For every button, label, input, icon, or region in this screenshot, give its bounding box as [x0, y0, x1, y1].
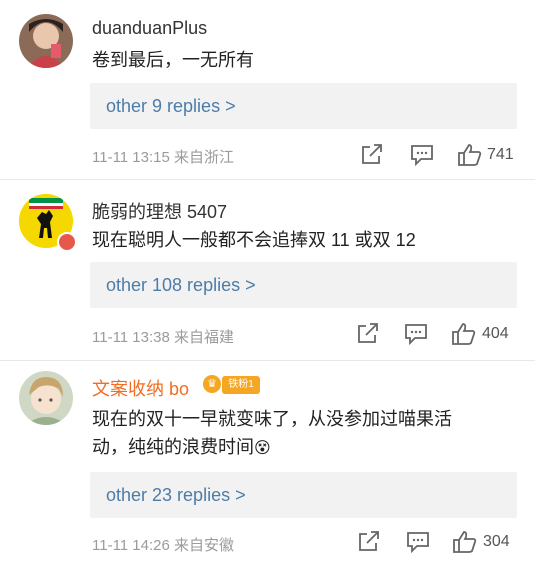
like-count: 404	[482, 325, 509, 342]
comment-text-line2: 动，纯纯的浪费时间	[92, 437, 254, 457]
comment-meta: 11-11 13:15 来自浙江	[92, 146, 234, 167]
comment-meta: 11-11 13:38 来自福建	[92, 326, 234, 347]
timestamp: 11-11 13:38	[92, 329, 170, 346]
like-icon[interactable]	[451, 322, 477, 351]
timestamp: 11-11 13:15	[92, 149, 170, 166]
fan-badge: 铁粉1	[222, 376, 260, 394]
username[interactable]: 脆弱的理想 5407	[92, 198, 227, 224]
comment-text: 现在聪明人一般都不会追捧双 11 或双 12	[92, 230, 416, 250]
crown-icon: ♛	[203, 375, 221, 393]
more-replies-label: other 9 replies >	[106, 96, 236, 116]
username[interactable]: duanduanPlus	[92, 18, 207, 39]
avatar[interactable]	[19, 14, 73, 68]
comment-item: 脆弱的理想 5407 现在聪明人一般都不会追捧双 11 或双 12 other …	[0, 180, 535, 361]
comment-icon[interactable]	[410, 144, 434, 171]
dizzy-emoji-icon: 😵	[254, 440, 271, 457]
verified-badge-icon	[57, 232, 77, 252]
like-count: 304	[483, 533, 510, 550]
comment-text-line2-wrap: 动，纯纯的浪费时间😵	[92, 433, 512, 463]
comment-item: duanduanPlus 卷到最后，一无所有 other 9 replies >…	[0, 0, 535, 180]
like-icon[interactable]	[452, 530, 478, 559]
location: 来自浙江	[174, 149, 235, 166]
more-replies-label: other 108 replies >	[106, 275, 256, 295]
comment-item: 文案收纳 bo ♛ 铁粉1 现在的双十一早就变味了，从没参加过喵果活 动，纯纯的…	[0, 361, 535, 568]
more-replies-button[interactable]: other 23 replies >	[90, 472, 517, 518]
share-icon[interactable]	[356, 323, 380, 350]
more-replies-button[interactable]: other 108 replies >	[90, 262, 517, 308]
comment-meta: 11-11 14:26 来自安徽	[92, 534, 234, 555]
comment-icon[interactable]	[404, 323, 428, 350]
share-icon[interactable]	[357, 531, 381, 558]
share-icon[interactable]	[360, 144, 384, 171]
location: 来自安徽	[174, 537, 235, 554]
comment-text-line1: 现在的双十一早就变味了，从没参加过喵果活	[92, 409, 452, 429]
like-count: 741	[487, 146, 514, 163]
timestamp: 11-11 14:26	[92, 537, 170, 554]
like-icon[interactable]	[457, 143, 483, 172]
location: 来自福建	[174, 329, 235, 346]
more-replies-button[interactable]: other 9 replies >	[90, 83, 517, 129]
avatar[interactable]	[19, 371, 73, 425]
more-replies-label: other 23 replies >	[106, 485, 246, 505]
comment-text: 卷到最后，一无所有	[92, 50, 254, 70]
comment-icon[interactable]	[406, 531, 430, 558]
username[interactable]: 文案收纳 bo	[92, 375, 189, 401]
